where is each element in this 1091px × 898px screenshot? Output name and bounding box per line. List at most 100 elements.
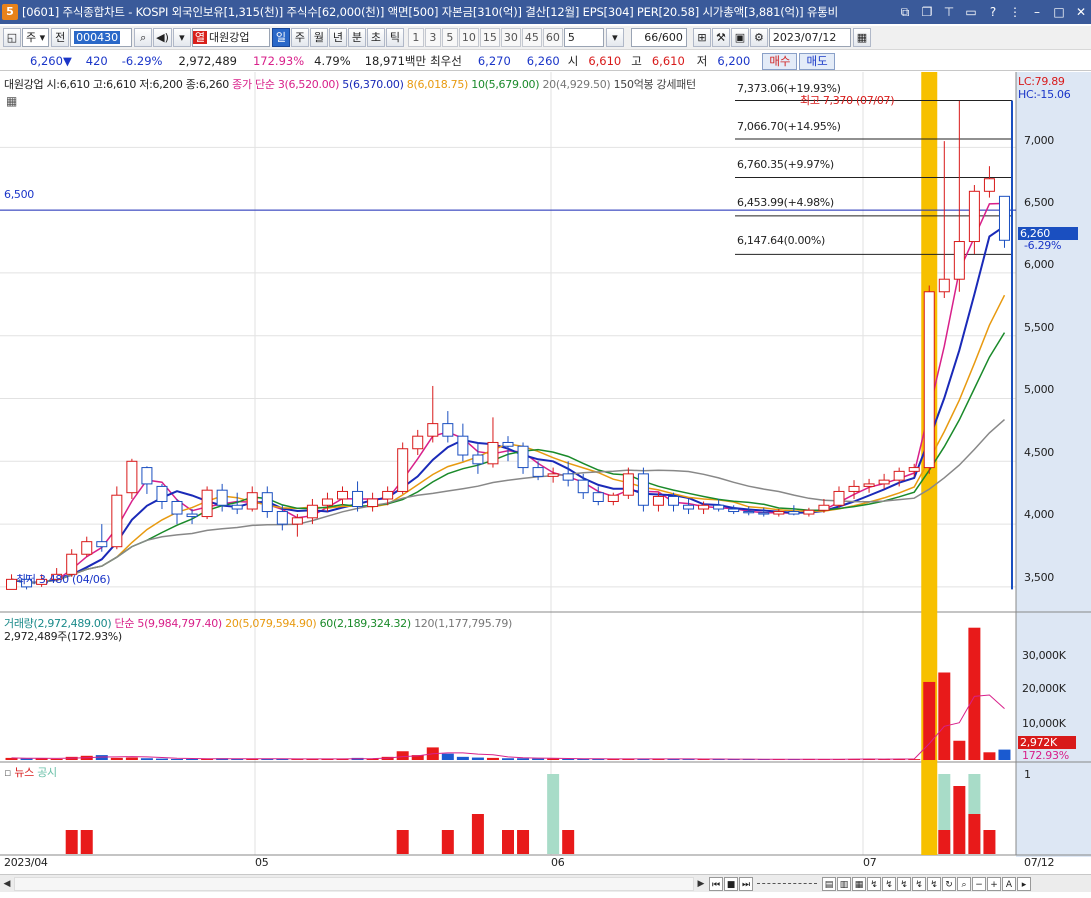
candle-body	[773, 511, 785, 515]
draw-icon-3[interactable]: ↯	[897, 876, 911, 891]
scroll-right-end-icon[interactable]: ▸	[1017, 876, 1031, 891]
candle-body	[728, 508, 740, 513]
candle-body	[412, 435, 424, 450]
period-tab-second[interactable]: 초	[366, 28, 385, 47]
period-dropdown[interactable]: 주 ▾	[22, 28, 50, 47]
legend-box: 대원강업 시:6,610 고:6,610 저:6,200 종:6,260 종가 …	[4, 76, 696, 92]
scroll-right-icon[interactable]: ▶	[694, 876, 708, 892]
candle-body	[397, 448, 409, 492]
fib-level-3: 6,760.35(+9.97%)	[737, 158, 834, 171]
help-icon[interactable]: ?	[983, 3, 1003, 21]
volume-bar	[938, 672, 951, 760]
date-input[interactable]: 2023/07/12	[768, 28, 851, 47]
jeon-button[interactable]: 전	[51, 28, 70, 47]
candle-body	[667, 495, 679, 506]
sound-icon[interactable]: ◀)	[153, 28, 172, 47]
stop-icon[interactable]: ■	[724, 876, 738, 891]
scroll-left-icon[interactable]: ◀	[0, 876, 14, 892]
legend-ma20: 20(4,929.50)	[542, 78, 611, 91]
interval-15[interactable]: 15	[479, 28, 500, 47]
news-bar	[953, 786, 966, 854]
save-icon[interactable]: ▣	[730, 28, 749, 47]
zoom-out-icon[interactable]: −	[972, 876, 986, 891]
zoom-icon[interactable]: ⌕	[957, 876, 971, 891]
period-tab-year[interactable]: 년	[328, 28, 347, 47]
interval-input[interactable]: 5	[563, 28, 604, 47]
dropdown-arrow-icon[interactable]: ▾	[172, 28, 191, 47]
draw-icon-4[interactable]: ↯	[912, 876, 926, 891]
date-tick: 07	[863, 856, 877, 869]
candle-body	[246, 492, 258, 510]
stock-code-input[interactable]: 000430	[70, 28, 133, 47]
period-tab-week[interactable]: 주	[290, 28, 309, 47]
interval-30[interactable]: 30	[500, 28, 521, 47]
candle-body	[833, 490, 845, 506]
last-page-icon[interactable]: ⏭	[739, 876, 753, 891]
candle-body	[968, 190, 980, 243]
volume-tick: 10,000K	[1022, 717, 1066, 730]
window-pin-icon[interactable]: ⊤	[939, 3, 959, 21]
layout-icon[interactable]: ◱	[3, 28, 21, 47]
bottom-scrollbar[interactable]: ◀ ▶ ⏮ ■ ⏭ ▤ ▥ ▦ ↯ ↯ ↯ ↯ ↯ ↻ ⌕ − + A ▸	[0, 874, 1091, 892]
candle-body	[382, 490, 394, 500]
zoom-slider[interactable]	[757, 882, 817, 885]
legend-vol-ma5: 단순 5(9,984,797.40)	[114, 617, 223, 630]
chart-area[interactable]: 대원강업 시:6,610 고:6,610 저:6,200 종:6,260 종가 …	[0, 72, 1091, 872]
period-tab-tick[interactable]: 틱	[385, 28, 404, 47]
volume: 2,972,489	[178, 54, 237, 68]
scroll-track[interactable]	[14, 876, 694, 891]
tool-icon-1[interactable]: ▤	[822, 876, 836, 891]
stock-name-box[interactable]: 열 대원강업	[191, 28, 270, 47]
grid-table-icon[interactable]: ▦	[6, 94, 17, 108]
tool-icon-2[interactable]: ▥	[837, 876, 851, 891]
high-label: 고	[631, 54, 642, 68]
interval-45[interactable]: 45	[521, 28, 542, 47]
volume-bar	[396, 751, 409, 760]
draw-icon-5[interactable]: ↯	[927, 876, 941, 891]
candle-body	[427, 423, 439, 437]
close-icon[interactable]: ✕	[1071, 3, 1091, 21]
interval-60[interactable]: 60	[542, 28, 563, 47]
tool-icon-3[interactable]: ▦	[852, 876, 866, 891]
interval-dropdown-icon[interactable]: ▾	[605, 28, 624, 47]
window-split-icon[interactable]: ⋮	[1005, 3, 1025, 21]
hline-label: 6,500	[4, 188, 34, 201]
interval-1[interactable]: 1	[407, 28, 424, 47]
zoom-in-plus-icon[interactable]: +	[987, 876, 1001, 891]
buy-button[interactable]: 매수	[762, 52, 798, 70]
candle-body	[502, 441, 514, 447]
legend-ma3: 종가 단순 3(6,520.00)	[232, 78, 340, 91]
volume-bar	[456, 756, 469, 760]
search-icon[interactable]: ⌕	[134, 28, 153, 47]
settings-gear-icon[interactable]: ⚙	[749, 28, 768, 47]
font-icon[interactable]: A	[1002, 876, 1016, 891]
legend-vol-ma60: 60(2,189,324.32)	[319, 617, 412, 630]
calendar-icon[interactable]: ▦	[852, 28, 871, 47]
count-display[interactable]: 66/600	[630, 28, 687, 47]
window-copy-icon[interactable]: ❐	[917, 3, 937, 21]
sell-button[interactable]: 매도	[799, 52, 835, 70]
refresh-icon[interactable]: ↻	[942, 876, 956, 891]
hc-label: HC:-15.06	[1018, 88, 1071, 101]
period-tab-day[interactable]: 일	[271, 28, 290, 47]
first-page-icon[interactable]: ⏮	[709, 876, 723, 891]
maximize-icon[interactable]: □	[1049, 3, 1069, 21]
draw-icon-1[interactable]: ↯	[867, 876, 881, 891]
tools-icon[interactable]: ⚒	[711, 28, 730, 47]
date-tick: 07/12	[1024, 856, 1055, 869]
date-tick: 2023/04	[4, 856, 48, 869]
draw-icon-2[interactable]: ↯	[882, 876, 896, 891]
window-tile-icon[interactable]: ▭	[961, 3, 981, 21]
candle-body	[938, 278, 950, 293]
minimize-icon[interactable]: –	[1027, 3, 1047, 21]
zoom-in-icon[interactable]: ⊞	[692, 28, 711, 47]
candle-body	[788, 511, 800, 515]
period-tab-minute[interactable]: 분	[347, 28, 366, 47]
interval-5[interactable]: 5	[441, 28, 458, 47]
period-tab-month[interactable]: 월	[309, 28, 328, 47]
chart-svg[interactable]	[0, 72, 1091, 872]
window-link-icon[interactable]: ⧉	[895, 3, 915, 21]
interval-3[interactable]: 3	[424, 28, 441, 47]
interval-10[interactable]: 10	[458, 28, 479, 47]
turnover: 4.79%	[314, 54, 351, 68]
